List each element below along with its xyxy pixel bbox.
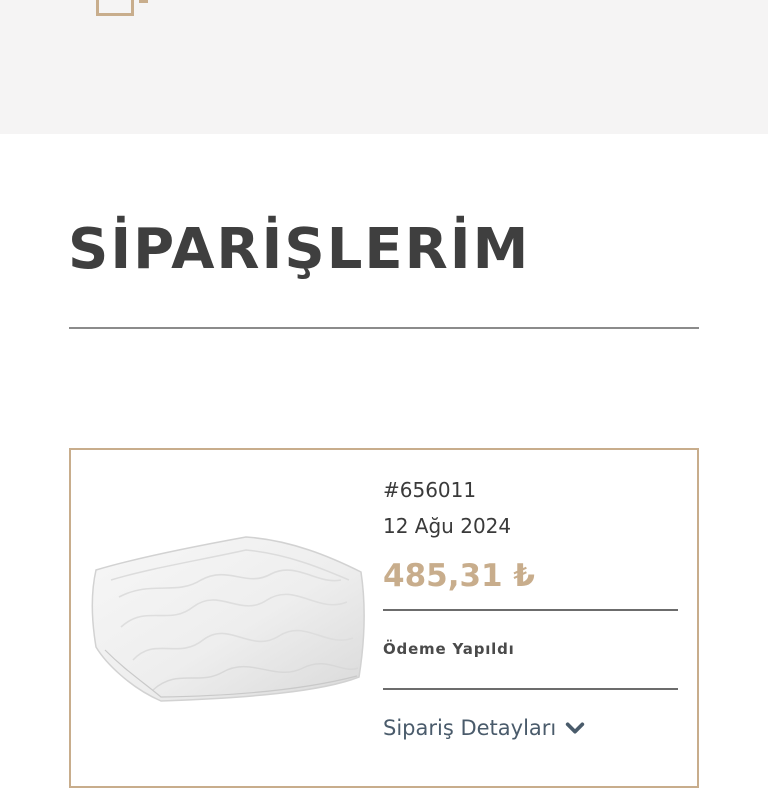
title-divider [69,327,699,329]
order-date: 12 Ağu 2024 [383,514,512,538]
logo[interactable] [96,0,134,16]
page-title: SİPARİŞLERİM [68,217,531,282]
order-number: #656011 [383,478,477,502]
chevron-down-icon [566,722,585,734]
order-details-label: Sipariş Detayları [383,716,557,740]
order-card: #656011 12 Ağu 2024 485,31 ₺ Ödeme Yapıl… [69,448,699,788]
product-image[interactable] [91,532,367,702]
order-total: 485,31 ₺ [383,558,535,594]
logo-mark [139,0,148,3]
payment-status: Ödeme Yapıldı [383,640,515,658]
order-details-toggle[interactable]: Sipariş Detayları [383,716,586,740]
order-divider [383,688,678,690]
header-band [0,0,768,134]
order-divider [383,609,678,611]
